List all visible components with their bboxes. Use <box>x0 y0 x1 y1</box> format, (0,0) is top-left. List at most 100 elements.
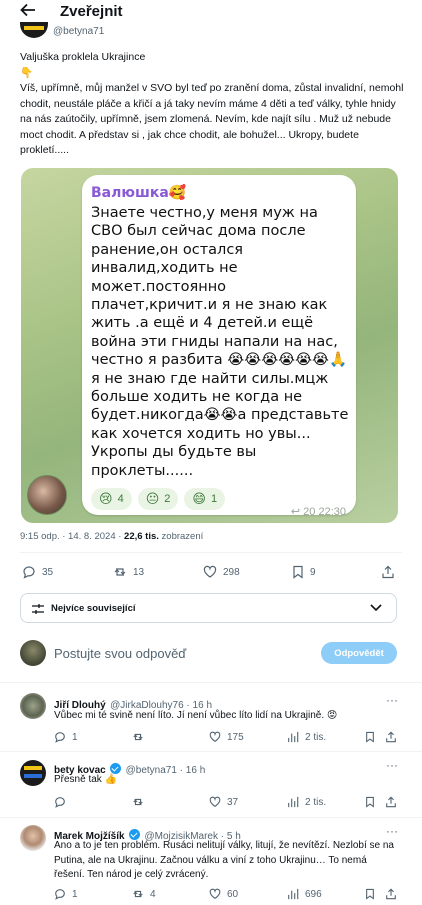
reply-views-button[interactable]: 696 <box>287 888 322 900</box>
bookmark-icon <box>366 888 374 900</box>
neutral-face-icon: 😐 <box>145 491 160 506</box>
reply-like-button[interactable]: 60 <box>209 888 238 900</box>
chat-bubble: Валюшка🥰 Знаете честно,у меня муж на СВО… <box>82 175 356 518</box>
bookmark-icon <box>366 731 374 743</box>
author-avatar[interactable] <box>20 22 48 38</box>
sort-label: Nejvíce související <box>51 603 136 614</box>
reply-comment-count: 1 <box>72 731 78 743</box>
post-views: 22,6 tis. <box>124 531 159 542</box>
reply-views-count: 2 tis. <box>305 731 327 743</box>
reply-repost-count: 4 <box>150 888 156 900</box>
post-body: Víš, upřímně, můj manžel v SVO byl teď p… <box>20 82 404 156</box>
bookmark-icon <box>366 796 374 808</box>
like-button[interactable]: 298 <box>203 565 240 579</box>
chat-reactions: 😢 4 😐 2 😄 1 <box>91 488 226 510</box>
arrow-left-icon <box>20 3 35 17</box>
reply-like-count: 175 <box>227 731 244 743</box>
reply-share-button[interactable] <box>385 888 397 900</box>
reaction-count: 2 <box>164 493 171 505</box>
reply-views-count: 696 <box>305 888 322 900</box>
chat-sender: Валюшка🥰 <box>91 185 187 201</box>
bookmark-button[interactable]: 9 <box>292 565 316 579</box>
page-title: Zveřejnit <box>60 3 123 20</box>
reply-views-button[interactable]: 2 tis. <box>287 731 326 743</box>
bookmark-count: 9 <box>310 566 316 578</box>
reply-avatar[interactable] <box>20 825 46 851</box>
reply-count: 35 <box>42 566 54 578</box>
divider <box>0 817 422 818</box>
repost-icon <box>133 798 143 806</box>
author-handle[interactable]: @betyna71 <box>53 26 104 37</box>
reply-like-count: 60 <box>227 888 239 900</box>
reply-like-button[interactable]: 37 <box>209 796 238 808</box>
post-title: Valjuška proklela Ukrajince <box>20 51 146 63</box>
divider <box>0 682 422 683</box>
repost-button[interactable]: 13 <box>113 565 144 579</box>
crying-face-icon: 😢 <box>99 491 113 506</box>
views-label: zobrazení <box>158 531 204 542</box>
like-count: 298 <box>223 566 240 578</box>
comment-icon <box>55 732 65 743</box>
comment-icon <box>55 889 65 900</box>
heart-icon <box>209 796 221 807</box>
reaction-count: 4 <box>117 493 124 505</box>
back-button[interactable] <box>20 3 40 19</box>
post-emoji: 👇 <box>20 67 34 79</box>
reply-like-count: 37 <box>227 796 239 808</box>
reply-repost-button[interactable] <box>132 731 150 743</box>
reply-share-button[interactable] <box>385 731 397 743</box>
repost-icon <box>133 890 143 898</box>
grinning-face-icon: 😄 <box>192 491 206 506</box>
share-icon <box>382 565 394 579</box>
more-options-icon[interactable]: ··· <box>386 824 398 838</box>
repost-icon <box>114 568 126 576</box>
reaction-grin: 😄 1 <box>184 488 226 510</box>
share-button[interactable] <box>381 565 395 579</box>
comment-icon <box>23 566 35 579</box>
reply-bookmark-button[interactable] <box>365 796 375 808</box>
reply-text: Ano a to je ten problém. Rusáci nelitují… <box>54 840 394 880</box>
sort-dropdown[interactable]: Nejvíce související <box>20 593 397 623</box>
reply-comment-button[interactable]: 1 <box>54 731 78 743</box>
chat-avatar <box>27 475 67 515</box>
reaction-cry: 😢 4 <box>91 488 132 510</box>
reply-share-button[interactable] <box>385 796 397 808</box>
reply-comment-button[interactable] <box>54 796 72 808</box>
composer-avatar <box>20 640 46 666</box>
post-timestamp[interactable]: 9:15 odp. · 14. 8. 2024 · <box>20 531 124 542</box>
comment-icon <box>55 797 65 808</box>
analytics-icon <box>288 731 299 743</box>
post-image[interactable]: Валюшка🥰 Знаете честно,у меня муж на СВО… <box>21 168 398 523</box>
chat-message: Знаете честно,у меня муж на СВО был сейч… <box>91 205 349 479</box>
reply-bookmark-button[interactable] <box>365 731 375 743</box>
bookmark-icon <box>293 565 303 579</box>
reply-repost-button[interactable] <box>132 796 150 808</box>
analytics-icon <box>288 888 299 900</box>
reply-comment-button[interactable]: 1 <box>54 888 78 900</box>
post-meta: 9:15 odp. · 14. 8. 2024 · 22,6 tis. zobr… <box>20 531 203 542</box>
reply-submit-button[interactable]: Odpovědět <box>321 642 397 664</box>
share-icon <box>386 888 396 900</box>
share-icon <box>386 731 396 743</box>
heart-icon <box>203 565 217 578</box>
reply-views-count: 2 tis. <box>305 796 327 808</box>
reply-bookmark-button[interactable] <box>365 888 375 900</box>
reaction-count: 1 <box>210 493 218 505</box>
reply-comment-count: 1 <box>72 888 78 900</box>
reply-views-button[interactable]: 2 tis. <box>287 796 326 808</box>
reply-avatar[interactable] <box>20 693 46 719</box>
reply-input[interactable]: Postujte svou odpověď <box>54 646 186 661</box>
divider <box>20 552 402 553</box>
analytics-icon <box>288 796 299 808</box>
share-icon <box>386 796 396 808</box>
reply-avatar[interactable] <box>20 760 46 786</box>
heart-icon <box>209 731 221 742</box>
reply-button[interactable]: 35 <box>22 565 53 579</box>
divider <box>0 751 422 752</box>
reply-like-button[interactable]: 175 <box>209 731 244 743</box>
sliders-icon <box>32 604 44 614</box>
reply-text: Vůbec mi té svině není líto. Jí není vůb… <box>54 710 338 721</box>
more-options-icon[interactable]: ··· <box>386 693 398 707</box>
reply-repost-button[interactable]: 4 <box>132 888 156 900</box>
more-options-icon[interactable]: ··· <box>386 758 398 772</box>
